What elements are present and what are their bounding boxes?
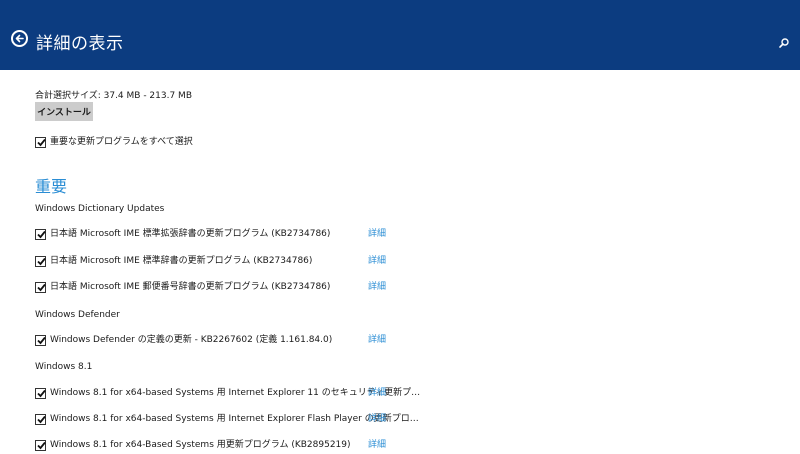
details-link[interactable]: 詳細 [368, 414, 386, 425]
update-checkbox[interactable] [35, 256, 46, 267]
details-link[interactable]: 詳細 [368, 256, 386, 267]
update-checkbox[interactable] [35, 282, 46, 293]
update-checkbox[interactable] [35, 335, 46, 346]
update-checkbox[interactable] [35, 440, 46, 451]
group-title: Windows Dictionary Updates [35, 204, 165, 214]
update-name: Windows 8.1 for x64-based Systems 用 Inte… [50, 414, 419, 424]
group-title: Windows Defender [35, 310, 120, 320]
select-all-checkbox[interactable] [35, 137, 46, 148]
app-header: 詳細の表示 [0, 0, 800, 70]
details-link[interactable]: 詳細 [368, 440, 386, 451]
page-title: 詳細の表示 [36, 34, 124, 54]
update-name: Windows Defender の定義の更新 - KB2267602 (定義 … [50, 335, 333, 345]
select-all-label: 重要な更新プログラムをすべて選択 [50, 137, 193, 147]
update-name: Windows 8.1 for x64-based Systems 用 Inte… [50, 388, 421, 398]
update-checkbox[interactable] [35, 229, 46, 240]
install-button[interactable]: インストール [35, 102, 93, 121]
update-name: 日本語 Microsoft IME 郵便番号辞書の更新プログラム (KB2734… [50, 282, 331, 292]
update-name: 日本語 Microsoft IME 標準辞書の更新プログラム (KB273478… [50, 256, 313, 266]
details-link[interactable]: 詳細 [368, 335, 386, 346]
update-name: Windows 8.1 for x64-Based Systems 用更新プログ… [50, 440, 351, 450]
update-checkbox[interactable] [35, 414, 46, 425]
group-title: Windows 8.1 [35, 362, 93, 372]
update-details-panel: 合計選択サイズ: 37.4 MB - 213.7 MB インストール 重要な更新… [35, 70, 800, 451]
update-checkbox[interactable] [35, 388, 46, 399]
section-heading-important: 重要 [35, 177, 68, 196]
back-arrow-icon[interactable] [11, 30, 28, 47]
update-name: 日本語 Microsoft IME 標準拡張辞書の更新プログラム (KB2734… [50, 229, 331, 239]
details-link[interactable]: 詳細 [368, 282, 386, 293]
total-selected-size: 合計選択サイズ: 37.4 MB - 213.7 MB [35, 91, 192, 101]
details-link[interactable]: 詳細 [368, 229, 386, 240]
search-icon[interactable] [778, 34, 790, 48]
details-link[interactable]: 詳細 [368, 388, 386, 399]
